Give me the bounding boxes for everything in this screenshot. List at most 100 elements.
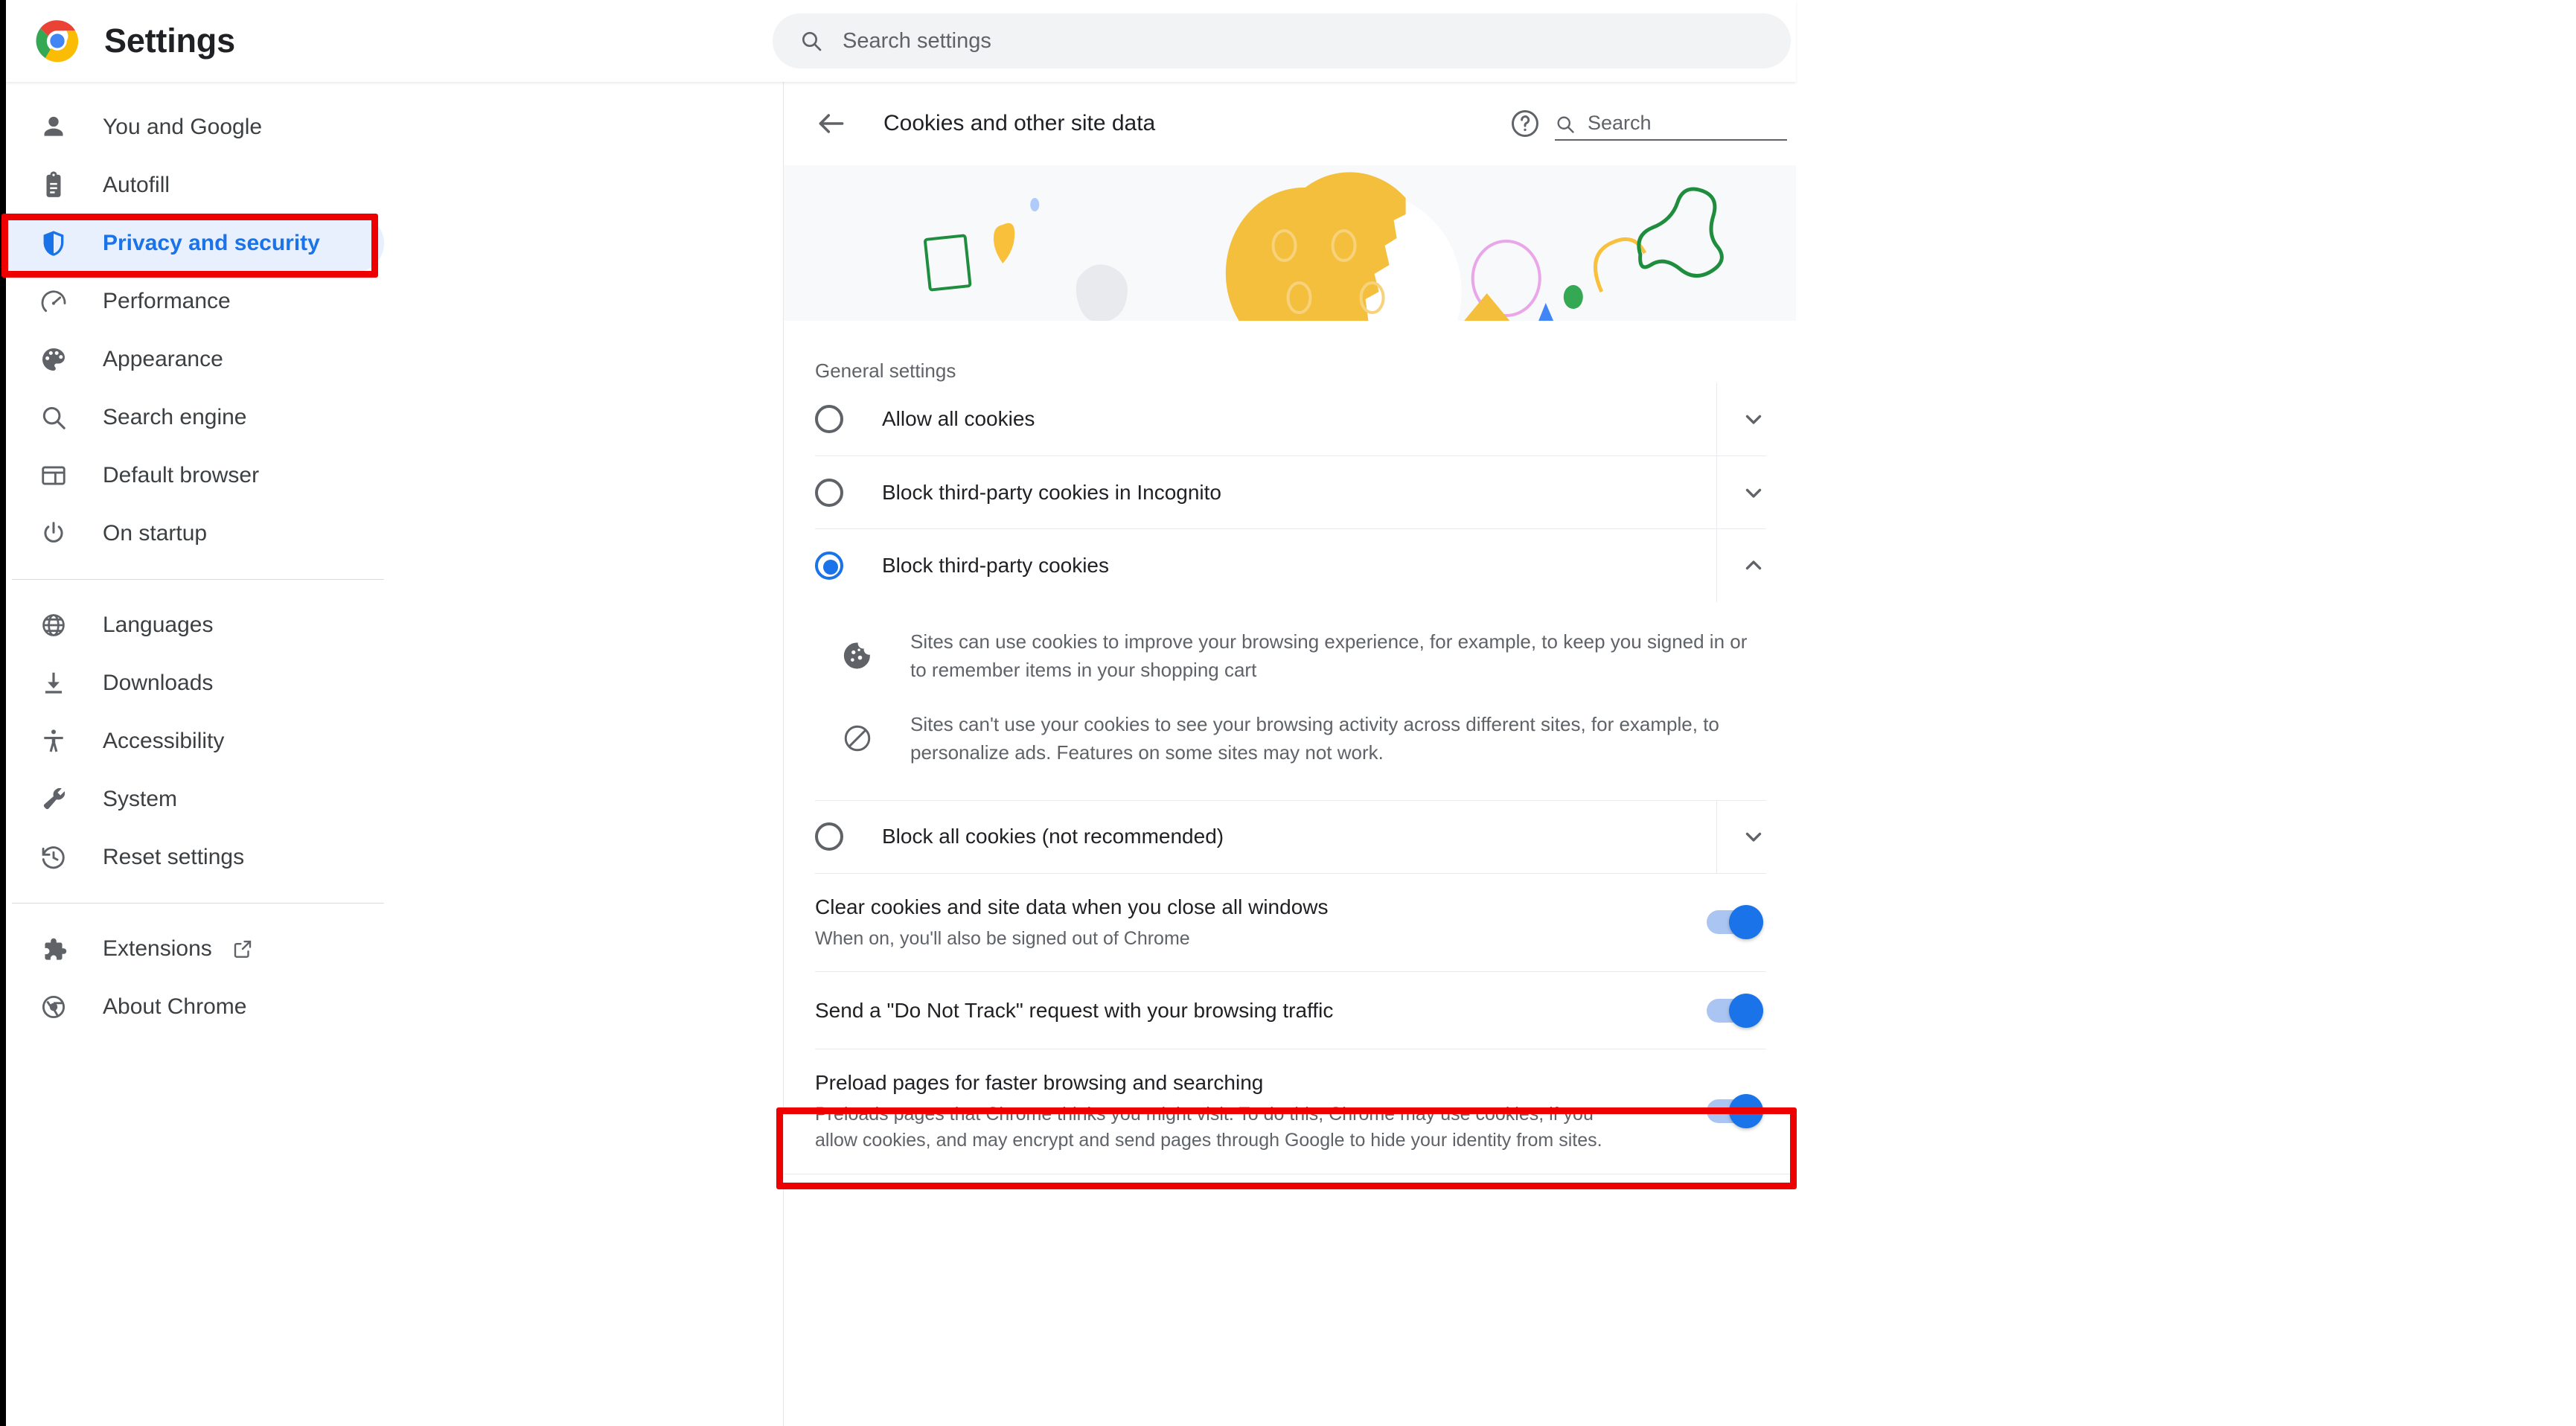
search-settings-box[interactable] [773,13,1791,68]
power-icon [37,517,70,550]
search-icon [802,32,822,51]
app-title: Settings [104,22,235,60]
search-icon [37,401,70,434]
toggle-row-do-not-track[interactable]: Send a "Do Not Track" request with your … [815,971,1766,1049]
toggle-switch-clear-cookies-on-close[interactable] [1707,905,1763,940]
sidebar-item-reset-settings[interactable]: Reset settings [6,828,384,886]
search-settings-input[interactable] [843,28,1661,54]
radio-option-label: Block third-party cookies in Incognito [882,480,1221,504]
sidebar-item-accessibility[interactable]: Accessibility [6,712,384,770]
radio-option-block-third-party-incognito[interactable]: Block third-party cookies in Incognito [815,455,1766,529]
sidebar-item-languages[interactable]: Languages [6,596,384,654]
browser-window-icon [37,459,70,492]
detail-text: Sites can't use your cookies to see your… [910,713,1719,764]
sidebar-item-on-startup[interactable]: On startup [6,505,384,563]
sidebar-item-label: Reset settings [103,845,245,869]
sidebar-item-privacy-and-security[interactable]: Privacy and security [6,214,384,272]
sidebar-item-extensions[interactable]: Extensions [6,920,384,978]
radio-icon[interactable] [815,822,843,851]
next-section-peek [784,1174,1796,1210]
wrench-icon [37,783,70,816]
accessibility-icon [37,725,70,758]
page-title: Cookies and other site data [883,111,1156,135]
cookie-illustration [784,165,1796,321]
history-restore-icon [37,841,70,874]
window-edge-strip [0,0,6,1426]
sidebar-item-default-browser[interactable]: Default browser [6,447,384,505]
sidebar-item-label: Languages [103,613,214,637]
toggle-switch-preload-pages[interactable] [1707,1094,1763,1129]
sidebar-item-you-and-google[interactable]: You and Google [6,98,384,156]
toggle-row-clear-cookies-on-close[interactable]: Clear cookies and site data when you clo… [815,872,1766,971]
shield-icon [37,227,70,260]
help-circle-icon[interactable] [1509,107,1541,140]
main-content: Cookies and other site data Search Gener… [783,82,1796,1426]
sidebar-item-system[interactable]: System [6,770,384,828]
sidebar-item-about-chrome[interactable]: About Chrome [6,978,384,1036]
sidebar-item-appearance[interactable]: Appearance [6,330,384,389]
radio-option-label: Allow all cookies [882,407,1035,430]
sidebar-item-performance[interactable]: Performance [6,272,384,330]
settings-page: Settings You and Google Autofill [0,0,2576,1426]
radio-option-block-all-cookies[interactable]: Block all cookies (not recommended) [815,799,1766,874]
chevron-down-icon [1745,415,1762,424]
sidebar-item-label: Search engine [103,405,247,429]
radio-option-allow-all-cookies[interactable]: Allow all cookies [815,383,1766,455]
puzzle-icon [37,933,70,965]
toggle-title: Clear cookies and site data when you clo… [815,895,1329,918]
sidebar-item-autofill[interactable]: Autofill [6,156,384,214]
block-third-party-details: Sites can use cookies to improve your br… [784,601,1796,800]
chevron-down-icon [1745,833,1762,842]
sidebar-item-label: Default browser [103,463,260,487]
expand-block-all-cookies[interactable] [1716,800,1766,874]
sidebar-item-label: Performance [103,289,231,313]
search-icon [1557,116,1574,133]
expand-block-third-party-incognito[interactable] [1716,455,1766,529]
subpage-search-input[interactable] [1588,112,1766,135]
toggle-title: Preload pages for faster browsing and se… [815,1071,1264,1095]
expand-allow-all-cookies[interactable] [1716,383,1766,455]
chevron-up-icon [1745,560,1762,569]
sidebar-item-label: Accessibility [103,729,225,753]
toggle-switch-do-not-track[interactable] [1707,993,1763,1028]
sidebar-item-label: Extensions [103,936,212,961]
sidebar-divider [12,579,384,580]
section-heading-general-settings: General settings [815,359,956,382]
sidebar-item-label: Downloads [103,671,214,695]
toggle-subtitle: Preloads pages that Chrome thinks you mi… [815,1103,1602,1151]
radio-option-label: Block third-party cookies [882,553,1110,577]
sidebar: You and Google Autofill Privacy and secu… [6,82,782,1426]
sidebar-item-downloads[interactable]: Downloads [6,654,384,712]
chevron-down-icon [1745,488,1762,498]
sidebar-item-label: System [103,787,178,811]
radio-icon-selected[interactable] [815,551,843,580]
sidebar-item-label: Appearance [103,347,223,371]
toggle-title: Send a "Do Not Track" request with your … [815,998,1334,1022]
toggle-row-preload-pages[interactable]: Preload pages for faster browsing and se… [815,1049,1766,1174]
radio-option-block-third-party-cookies[interactable]: Block third-party cookies [815,528,1766,602]
sidebar-item-label: On startup [103,521,208,546]
collapse-block-third-party-cookies[interactable] [1716,528,1766,602]
clipboard-icon [37,169,70,202]
subpage-search-box[interactable] [1555,112,1787,141]
sidebar-item-label: About Chrome [103,994,247,1019]
toggle-knob [1729,993,1763,1028]
sidebar-item-search-engine[interactable]: Search engine [6,389,384,447]
toggle-knob [1729,1094,1763,1129]
speedometer-icon [37,285,70,318]
sidebar-item-label: You and Google [103,115,263,139]
globe-icon [37,609,70,642]
back-arrow-icon[interactable] [815,107,848,140]
radio-icon[interactable] [815,478,843,507]
cookie-icon [842,640,875,673]
subpage-header: Cookies and other site data [784,82,1796,165]
detail-row: Sites can use cookies to improve your br… [815,615,1766,697]
detail-text: Sites can use cookies to improve your br… [910,630,1748,681]
open-in-new-icon [231,938,254,960]
chrome-logo-icon [36,19,79,63]
sidebar-divider [12,903,384,904]
block-circle-icon [842,723,875,755]
detail-row: Sites can't use your cookies to see your… [815,697,1766,780]
chrome-outline-icon [37,991,70,1023]
radio-icon[interactable] [815,405,843,433]
